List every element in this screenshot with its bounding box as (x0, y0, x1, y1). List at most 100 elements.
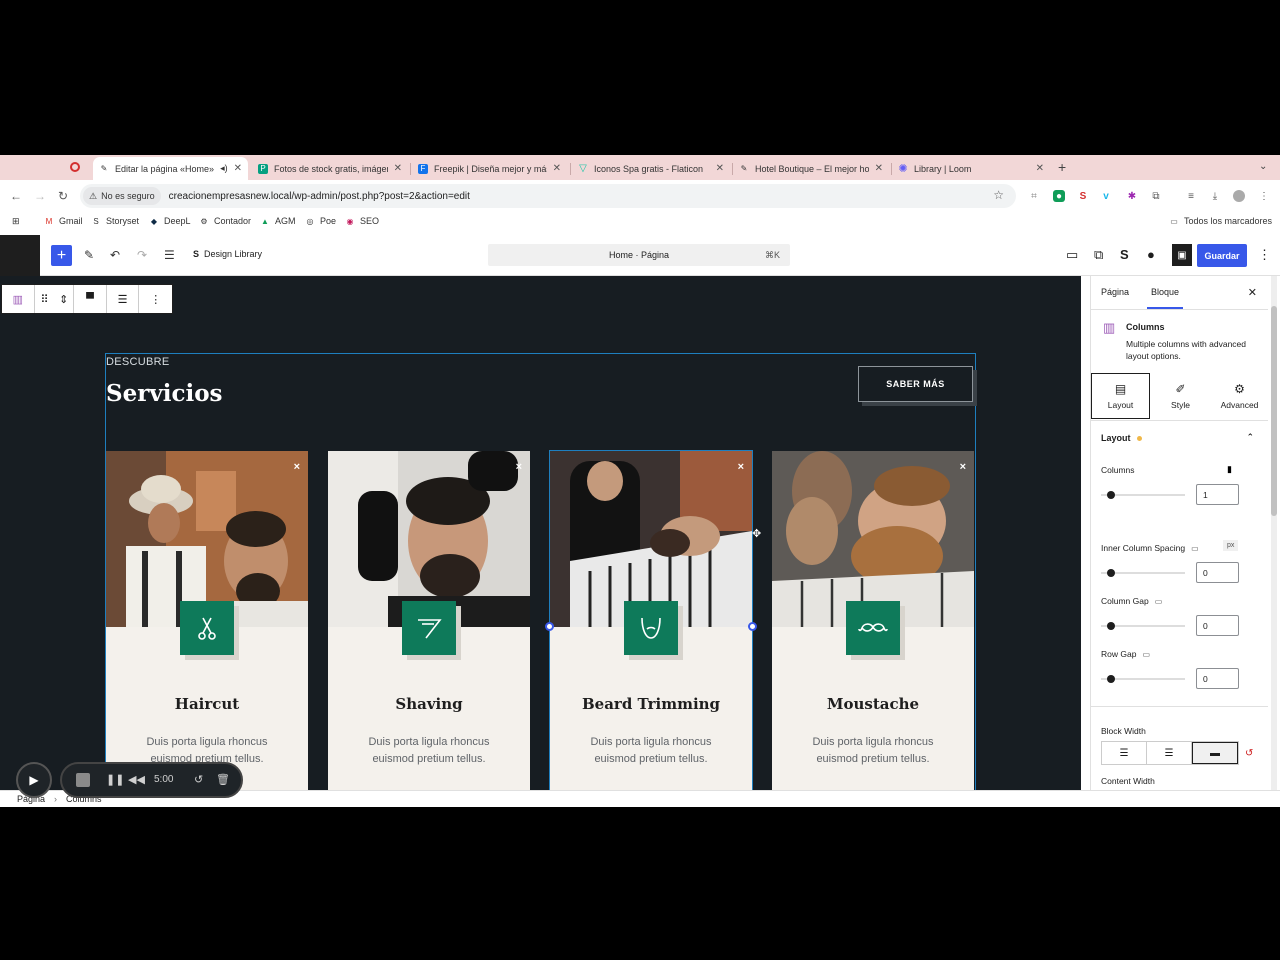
move-updown-icon[interactable]: ⇕ (54, 285, 75, 313)
external-view-icon[interactable]: ⧉ (1094, 247, 1103, 263)
row-gap-input[interactable]: 0 (1196, 668, 1239, 689)
remove-icon[interactable]: × (294, 461, 300, 473)
service-card-beard-trimming[interactable]: × Beard Trimming Duis porta ligula rhonc… (549, 450, 753, 790)
tab-hotel-boutique[interactable]: ✎ Hotel Boutique – El mejor hot ✕ (733, 157, 889, 180)
remove-icon[interactable]: × (738, 461, 744, 473)
tab-layout[interactable]: ▤ Layout (1091, 373, 1150, 419)
bookmark-storyset[interactable]: S Storyset (91, 216, 139, 226)
bookmark-star-icon[interactable]: ☆ (993, 188, 1004, 202)
scrollbar-thumb[interactable] (1271, 306, 1277, 516)
inner-spacing-slider[interactable] (1101, 569, 1185, 577)
back-icon[interactable]: ← (10, 189, 22, 203)
card-description[interactable]: Duis porta ligula rhoncus euismod pretiu… (792, 734, 954, 768)
copy-icon[interactable]: ▮ (1227, 464, 1232, 475)
download-icon[interactable]: ⤓ (1209, 190, 1221, 202)
bookmark-deepl[interactable]: ◆ DeepL (149, 216, 191, 226)
close-tab-icon[interactable]: ✕ (716, 163, 724, 174)
card-description[interactable]: Duis porta ligula rhoncus euismod pretiu… (348, 734, 510, 768)
tab-pexels[interactable]: P Fotos de stock gratis, imágen ✕ (252, 157, 408, 180)
close-tab-icon[interactable]: ✕ (875, 163, 883, 174)
site-logo[interactable] (0, 235, 40, 276)
close-tab-icon[interactable]: ✕ (553, 163, 561, 174)
bookmark-gmail[interactable]: M Gmail (44, 216, 83, 226)
slider-thumb[interactable] (1107, 622, 1115, 630)
saber-mas-button[interactable]: SABER MÁS (858, 366, 973, 402)
close-tab-icon[interactable]: ✕ (1036, 163, 1044, 174)
layout-section-header[interactable]: Layout (1101, 433, 1142, 443)
b-plugin-icon[interactable]: ● (1147, 247, 1155, 262)
service-card-moustache[interactable]: × Moustache Duis porta ligula rhoncus eu… (772, 451, 974, 790)
section-eyebrow[interactable]: DESCUBRE (106, 356, 170, 368)
desktop-icon[interactable]: ▭ (1155, 597, 1163, 606)
list-view-icon[interactable]: ☰ (164, 248, 175, 262)
slider-thumb[interactable] (1107, 569, 1115, 577)
apps-grid-icon[interactable]: ⊞ (12, 216, 20, 227)
purple-extension-icon[interactable]: ✱ (1126, 190, 1138, 202)
tab-search-icon[interactable]: ⌄ (1259, 161, 1267, 172)
resize-handle-left[interactable] (545, 622, 554, 631)
tab-advanced[interactable]: ⚙ Advanced (1210, 373, 1268, 419)
section-title[interactable]: Servicios (106, 380, 223, 407)
all-bookmarks[interactable]: ▭ Todos los marcadores (1169, 216, 1272, 226)
sidebar-scrollbar[interactable] (1271, 276, 1277, 790)
block-alignment-icon[interactable]: ▀ (74, 285, 107, 313)
camera-icon[interactable]: ▶ (16, 762, 52, 798)
desktop-icon[interactable]: ▭ (1191, 544, 1199, 553)
bookmark-poe[interactable]: ◎ Poe (305, 216, 337, 226)
card-description[interactable]: Duis porta ligula rhoncus euismod pretiu… (570, 734, 732, 768)
chevron-up-icon[interactable]: ⌃ (1246, 432, 1254, 443)
column-gap-slider[interactable] (1101, 622, 1185, 630)
extensions-puzzle-icon[interactable]: ⧉ (1150, 190, 1162, 202)
profile-avatar-icon[interactable] (1233, 190, 1245, 202)
bookmark-contador[interactable]: ⚙ Contador (199, 216, 251, 226)
tab-flaticon[interactable]: ▽ Iconos Spa gratis - Flaticon ✕ (572, 157, 730, 180)
url-field[interactable]: ⚠ No es seguro creacionempresasnew.local/… (80, 184, 1016, 208)
width-wide-icon[interactable]: ☰ (1147, 742, 1192, 764)
service-card-shaving[interactable]: × Shaving Duis porta ligula rhoncus euis… (328, 451, 530, 790)
columns-input[interactable]: 1 (1196, 484, 1239, 505)
text-align-icon[interactable]: ☰ (107, 285, 140, 313)
card-title[interactable]: Haircut (106, 695, 308, 713)
column-gap-input[interactable]: 0 (1196, 615, 1239, 636)
vimeo-extension-icon[interactable]: v (1100, 190, 1112, 202)
more-options-icon[interactable]: ⋮ (139, 285, 172, 313)
drag-handle-icon[interactable]: ⠿ (35, 285, 55, 313)
save-button[interactable]: Guardar (1197, 244, 1247, 267)
reload-icon[interactable]: ↻ (58, 189, 68, 203)
width-full-icon[interactable]: ▬ (1192, 742, 1238, 764)
row-gap-slider[interactable] (1101, 675, 1185, 683)
forward-icon[interactable]: → (34, 189, 46, 203)
restart-icon[interactable]: ↺ (194, 773, 203, 786)
pause-icon[interactable]: ❚❚ (106, 773, 124, 786)
card-title[interactable]: Shaving (328, 695, 530, 713)
remove-icon[interactable]: × (960, 461, 966, 473)
reset-icon[interactable]: ↺ (1245, 748, 1253, 759)
bookmark-seo[interactable]: ◉ SEO (345, 216, 380, 226)
card-title[interactable]: Beard Trimming (550, 695, 752, 713)
undo-icon[interactable]: ↶ (110, 248, 120, 262)
bookmark-agm[interactable]: ▲ AGM (260, 216, 295, 226)
inner-spacing-input[interactable]: 0 (1196, 562, 1239, 583)
stackable-settings-icon[interactable]: S (1120, 247, 1129, 262)
red-s-extension-icon[interactable]: S (1077, 190, 1089, 202)
tab-freepik[interactable]: F Freepik | Diseña mejor y más ✕ (412, 157, 567, 180)
tab-pagina[interactable]: Página (1101, 287, 1129, 297)
columns-block-icon[interactable]: ▥ (2, 285, 35, 313)
service-card-haircut[interactable]: × Haircut Duis porta ligula rhoncus euis… (106, 451, 308, 790)
rewind-icon[interactable]: ◀◀ (128, 773, 145, 786)
stop-icon[interactable] (76, 773, 90, 787)
slider-thumb[interactable] (1107, 491, 1115, 499)
code-extension-icon[interactable]: ⌗ (1028, 190, 1040, 202)
unit-selector[interactable]: px (1223, 540, 1239, 551)
browser-menu-icon[interactable]: ⋮ (1258, 190, 1270, 202)
tab-loom[interactable]: ✺ Library | Loom ✕ (892, 157, 1050, 180)
card-title[interactable]: Moustache (772, 695, 974, 713)
columns-slider[interactable] (1101, 491, 1185, 499)
design-library-button[interactable]: S Design Library (193, 249, 262, 259)
add-block-button[interactable]: + (51, 245, 72, 266)
settings-panel-icon[interactable]: ▣ (1172, 244, 1192, 266)
close-tab-icon[interactable]: ✕ (234, 163, 242, 174)
reading-list-icon[interactable]: ≡ (1185, 190, 1197, 202)
tab-bloque[interactable]: Bloque (1146, 287, 1184, 309)
tab-editar-home[interactable]: ✎ Editar la página «Home» ◂) ✕ (93, 157, 248, 180)
